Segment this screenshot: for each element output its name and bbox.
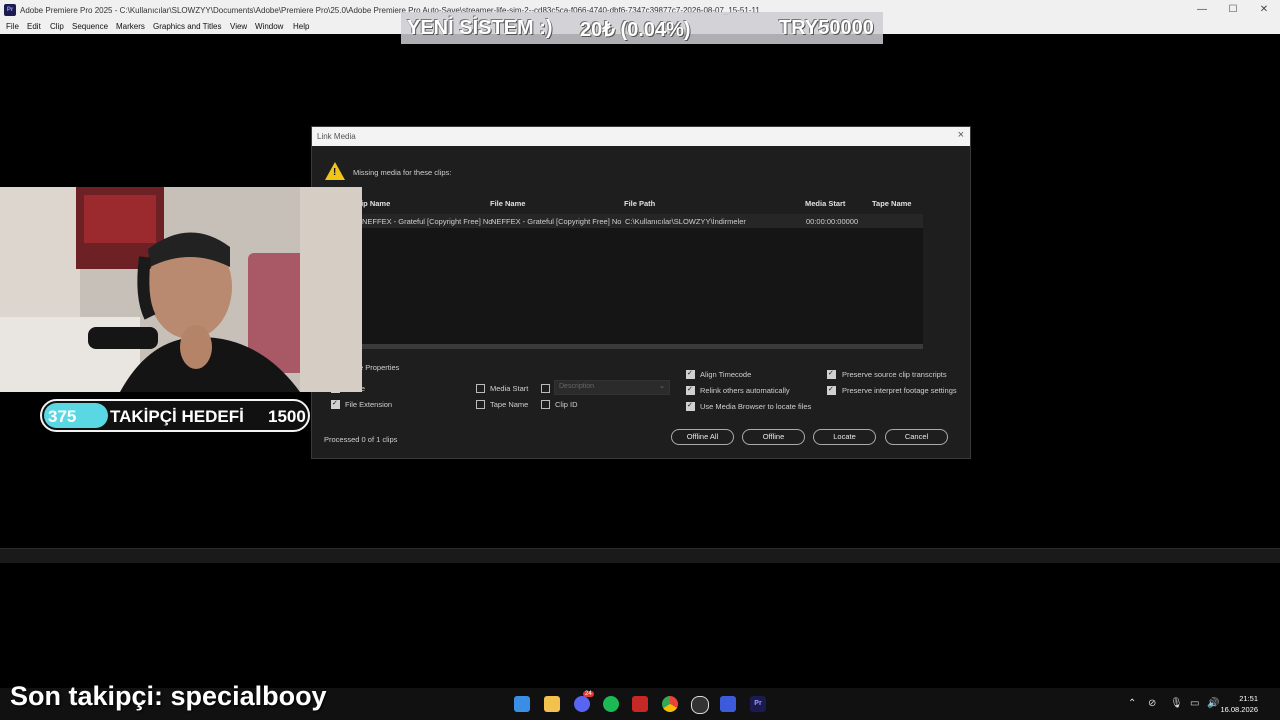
clock-time: 21:51 [1239, 694, 1258, 703]
checkbox-use-media-browser[interactable] [686, 401, 695, 411]
dialog-close-icon[interactable]: × [958, 129, 964, 141]
follower-goal-label: TAKİPÇİ HEDEFİ [110, 407, 244, 426]
obs-icon[interactable] [691, 696, 709, 714]
app-icon[interactable] [720, 696, 736, 712]
menu-markers[interactable]: Markers [116, 22, 145, 31]
processed-status: Processed 0 of 1 clips [324, 435, 398, 444]
cell-media-start: 00:00:00:00000 [806, 217, 859, 226]
label-file-extension: File Extension [345, 400, 393, 409]
menu-window[interactable]: Window [255, 22, 283, 31]
close-window-icon[interactable]: ✕ [1254, 3, 1274, 17]
chevron-down-icon: ⌄ [659, 383, 665, 390]
checkbox-clip-id[interactable] [541, 400, 550, 409]
premiere-app-icon: Pr [4, 4, 16, 16]
table-horizontal-scrollbar[interactable] [322, 344, 923, 349]
chrome-icon[interactable] [662, 696, 678, 712]
premiere-status-bar [0, 548, 1280, 563]
menu-help[interactable]: Help [293, 22, 309, 31]
menu-graphics-and-titles[interactable]: Graphics and Titles [153, 22, 221, 31]
label-clip-id: Clip ID [555, 400, 578, 409]
checkbox-tape-name[interactable] [476, 400, 485, 409]
display-icon[interactable]: ▭ [1190, 698, 1199, 709]
cell-file-name: NEFFEX - Grateful [Copyright Free] No [491, 217, 622, 226]
tray-chevron-icon[interactable]: ⌃ [1128, 698, 1136, 709]
checkbox-file-extension[interactable] [331, 399, 340, 409]
streamer-app-icon[interactable] [632, 696, 648, 712]
table-row[interactable]: NEFFEX - Grateful [Copyright Free] No NE… [322, 214, 923, 228]
webcam-image [0, 187, 362, 392]
label-use-media-browser: Use Media Browser to locate files [700, 402, 812, 411]
description-dropdown-value: Description [559, 383, 595, 390]
dialog-title: Link Media [317, 132, 356, 141]
label-preserve-transcripts: Preserve source clip transcripts [842, 370, 947, 379]
label-preserve-interpret: Preserve interpret footage settings [842, 386, 957, 395]
file-explorer-icon[interactable] [544, 696, 560, 712]
col-tape-name[interactable]: Tape Name [872, 199, 911, 208]
checkbox-relink-others[interactable] [686, 385, 695, 395]
webcam-feed [0, 187, 362, 392]
discord-badge: 24 [583, 691, 594, 697]
checkbox-align-timecode[interactable] [686, 369, 695, 379]
microphone-icon[interactable]: 🎙 [1170, 698, 1183, 709]
missing-clips-table: NEFFEX - Grateful [Copyright Free] No NE… [322, 214, 923, 349]
spotify-icon[interactable] [603, 696, 619, 712]
maximize-icon[interactable]: ☐ [1223, 3, 1243, 17]
checkbox-preserve-interpret[interactable] [827, 385, 836, 395]
donation-goal-overlay: YENİ SİSTEM :) 20₺ (0.04%) TRY50000 [401, 12, 883, 44]
missing-media-message: Missing media for these clips: [353, 168, 452, 177]
windows-start-icon[interactable] [514, 696, 530, 712]
checkbox-description[interactable] [541, 384, 550, 393]
menu-view[interactable]: View [230, 22, 247, 31]
follower-target: 1500 [268, 407, 306, 426]
checkbox-preserve-transcripts[interactable] [827, 369, 836, 379]
col-file-name[interactable]: File Name [490, 199, 525, 208]
label-tape-name: Tape Name [490, 400, 529, 409]
clock-date: 16.08.2026 [1220, 705, 1258, 714]
cell-clip-name: NEFFEX - Grateful [Copyright Free] No [362, 217, 493, 226]
offline-all-button[interactable]: Offline All [671, 429, 734, 445]
col-file-path[interactable]: File Path [624, 199, 655, 208]
match-properties-label: e Properties [359, 363, 400, 372]
donation-amount: 20₺ (0.04%) [580, 19, 691, 41]
dialog-title-bar: Link Media × [312, 127, 970, 146]
offline-button[interactable]: Offline [742, 429, 805, 445]
warning-exclamation: ! [333, 167, 337, 178]
premiere-icon[interactable]: Pr [750, 696, 766, 712]
follower-current: 375 [48, 407, 77, 426]
donation-label: YENİ SİSTEM :) [407, 17, 553, 39]
donation-goal-amount: TRY50000 [779, 17, 874, 39]
discord-icon[interactable]: 24 [574, 691, 594, 712]
label-relink-others: Relink others automatically [700, 386, 790, 395]
menu-clip[interactable]: Clip [50, 22, 64, 31]
last-follower-overlay: Son takipçi: specialbooy [10, 681, 327, 711]
menu-edit[interactable]: Edit [27, 22, 41, 31]
checkbox-media-start[interactable] [476, 384, 485, 393]
link-media-dialog: Link Media × ! Missing media for these c… [311, 126, 971, 459]
minimize-icon[interactable]: — [1192, 3, 1212, 17]
system-clock[interactable]: 21:51 16.08.2026 [1220, 693, 1258, 715]
description-dropdown[interactable]: Description ⌄ [554, 380, 670, 395]
cell-file-path: C:\Kullanıcılar\SLOWZYY\İndirmeler [625, 217, 746, 226]
col-clip-name[interactable]: lip Name [359, 199, 390, 208]
menu-sequence[interactable]: Sequence [72, 22, 108, 31]
col-media-start[interactable]: Media Start [805, 199, 845, 208]
label-align-timecode: Align Timecode [700, 370, 752, 379]
menu-file[interactable]: File [6, 22, 19, 31]
follower-goal-bar: 375 TAKİPÇİ HEDEFİ 1500 [40, 399, 310, 432]
locate-button[interactable]: Locate [813, 429, 876, 445]
cancel-button[interactable]: Cancel [885, 429, 948, 445]
label-media-start: Media Start [490, 384, 529, 393]
volume-icon[interactable]: 🔊 [1207, 698, 1219, 709]
tray-sync-icon[interactable]: ⊘ [1148, 698, 1156, 709]
